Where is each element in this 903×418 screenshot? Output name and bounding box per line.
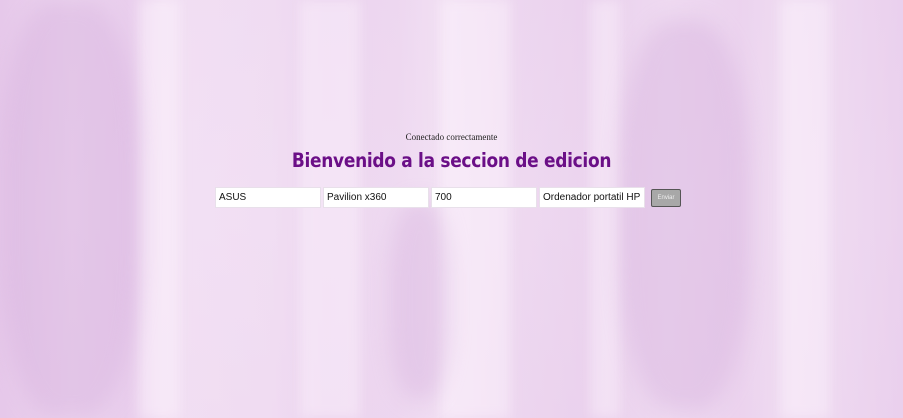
connection-status: Conectado correctamente — [405, 132, 498, 142]
page-title: Bienvenido a la seccion de edicion — [291, 149, 612, 173]
brand-field[interactable] — [215, 187, 321, 208]
price-field[interactable] — [431, 187, 537, 208]
submit-button[interactable]: Enviar — [651, 188, 681, 207]
edit-form: Enviar — [215, 187, 681, 208]
model-field[interactable] — [323, 187, 429, 208]
description-field[interactable] — [539, 187, 645, 208]
main-content: Conectado correctamente Bienvenido a la … — [0, 0, 903, 418]
